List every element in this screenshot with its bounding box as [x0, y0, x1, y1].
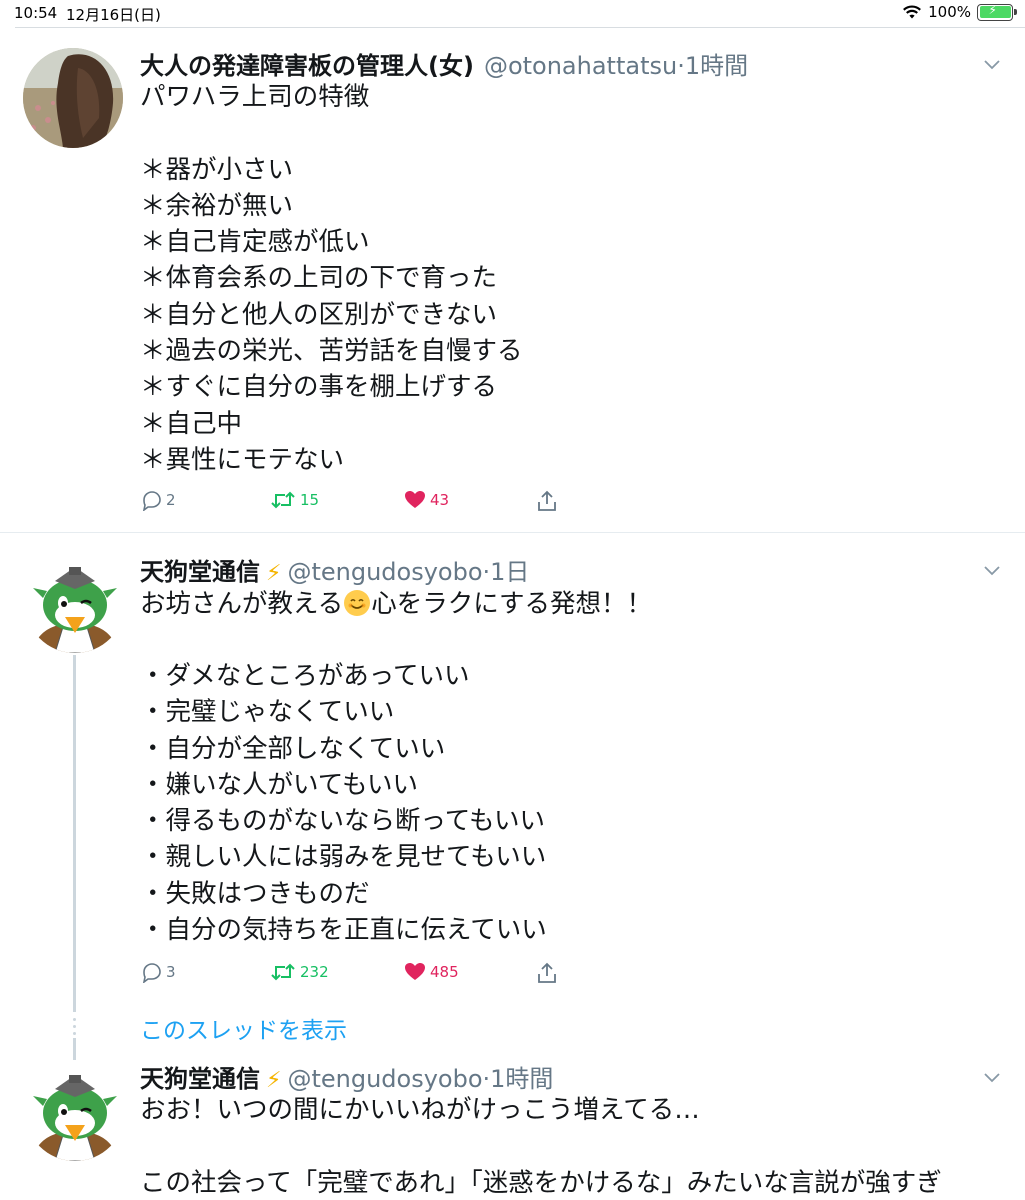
lightning-icon: ⚡: [266, 561, 282, 586]
tweet-text: おお！いつの間にかいいねがけっこう増えてる… この社会って「完璧であれ」「迷惑を…: [140, 1095, 942, 1198]
separator-dot: ·: [482, 558, 491, 586]
reply-count: 2: [166, 491, 176, 509]
thread-line: [73, 655, 76, 1012]
retweet-button[interactable]: 15: [270, 489, 319, 511]
user-handle[interactable]: @tengudosyobo: [287, 1065, 482, 1093]
user-handle[interactable]: @otonahattatsu: [484, 52, 677, 80]
top-divider: [15, 27, 1025, 28]
tweet-text: ・ダメなところがあっていい ・完璧じゃなくていい ・自分が全部しなくていい ・嫌…: [140, 661, 547, 946]
tweet-header: 天狗堂通信 ⚡ @tengudosyobo · 1時間: [140, 1059, 553, 1094]
share-icon: [538, 490, 556, 511]
display-name[interactable]: 天狗堂通信: [140, 552, 260, 587]
user-handle[interactable]: @tengudosyobo: [287, 558, 482, 586]
avatar[interactable]: [23, 48, 123, 148]
heart-icon: [405, 491, 425, 508]
retweet-icon: [271, 963, 295, 981]
tweet-text: パワハラ上司の特徴 ＊器が小さい ＊余裕が無い ＊自己肯定感が低い ＊体育会系の…: [140, 82, 523, 475]
like-count: 485: [430, 963, 459, 981]
display-name[interactable]: 天狗堂通信: [140, 1059, 260, 1094]
thread-line: [73, 1038, 76, 1060]
battery-charging-icon: [977, 3, 1017, 21]
tweet-time[interactable]: 1日: [490, 552, 529, 587]
like-button[interactable]: 485: [404, 961, 459, 983]
share-button[interactable]: [536, 961, 558, 985]
chevron-down-icon[interactable]: [983, 55, 1001, 73]
tweet-time[interactable]: 1時間: [490, 1059, 553, 1094]
heart-icon: [405, 963, 425, 980]
lightning-icon: ⚡: [266, 1068, 282, 1093]
tweet-divider: [0, 532, 1025, 533]
share-icon: [538, 962, 556, 983]
like-count: 43: [430, 491, 450, 509]
tweet-text-first-line: お坊さんが教える 心をラクにする発想！！: [140, 586, 652, 622]
reply-button[interactable]: 2: [140, 489, 176, 511]
reply-icon: [142, 963, 161, 983]
reply-button[interactable]: 3: [140, 961, 176, 983]
tweet-time[interactable]: 1時間: [685, 46, 748, 81]
wifi-icon: [903, 5, 922, 19]
retweet-count: 232: [300, 963, 329, 981]
reply-icon: [142, 491, 161, 511]
chevron-down-icon[interactable]: [983, 1068, 1001, 1086]
smiling-face-emoji-icon: [344, 590, 371, 616]
share-button[interactable]: [536, 489, 558, 513]
separator-dot: ·: [677, 52, 685, 80]
thread-dots: [73, 1018, 76, 1039]
battery-percent: 100%: [928, 3, 971, 21]
display-name[interactable]: 大人の発達障害板の管理人(女): [140, 46, 474, 81]
tweet-actions: 2 15 43: [140, 489, 580, 519]
status-date: 12月16日(日): [66, 6, 161, 24]
status-bar: 10:54 12月16日(日) 100%: [0, 0, 1025, 28]
tweet-header: 大人の発達障害板の管理人(女) @otonahattatsu · 1時間: [140, 46, 748, 81]
retweet-count: 15: [300, 491, 320, 509]
separator-dot: ·: [482, 1065, 491, 1093]
avatar[interactable]: [25, 553, 125, 653]
tweet-text-part: 心をラクにする発想！！: [371, 589, 653, 619]
chevron-down-icon[interactable]: [983, 561, 1001, 579]
retweet-icon: [271, 491, 295, 509]
tweet-header: 天狗堂通信 ⚡ @tengudosyobo · 1日: [140, 552, 529, 587]
reply-count: 3: [166, 963, 176, 981]
tweet-actions: 3 232 485: [140, 961, 580, 991]
like-button[interactable]: 43: [404, 489, 449, 511]
show-thread-link[interactable]: このスレッドを表示: [140, 1011, 347, 1045]
tweet-text-part: お坊さんが教える: [140, 589, 344, 619]
retweet-button[interactable]: 232: [270, 961, 329, 983]
avatar[interactable]: [25, 1061, 125, 1161]
status-right: 100%: [902, 3, 1017, 21]
status-time: 10:54: [14, 4, 58, 22]
